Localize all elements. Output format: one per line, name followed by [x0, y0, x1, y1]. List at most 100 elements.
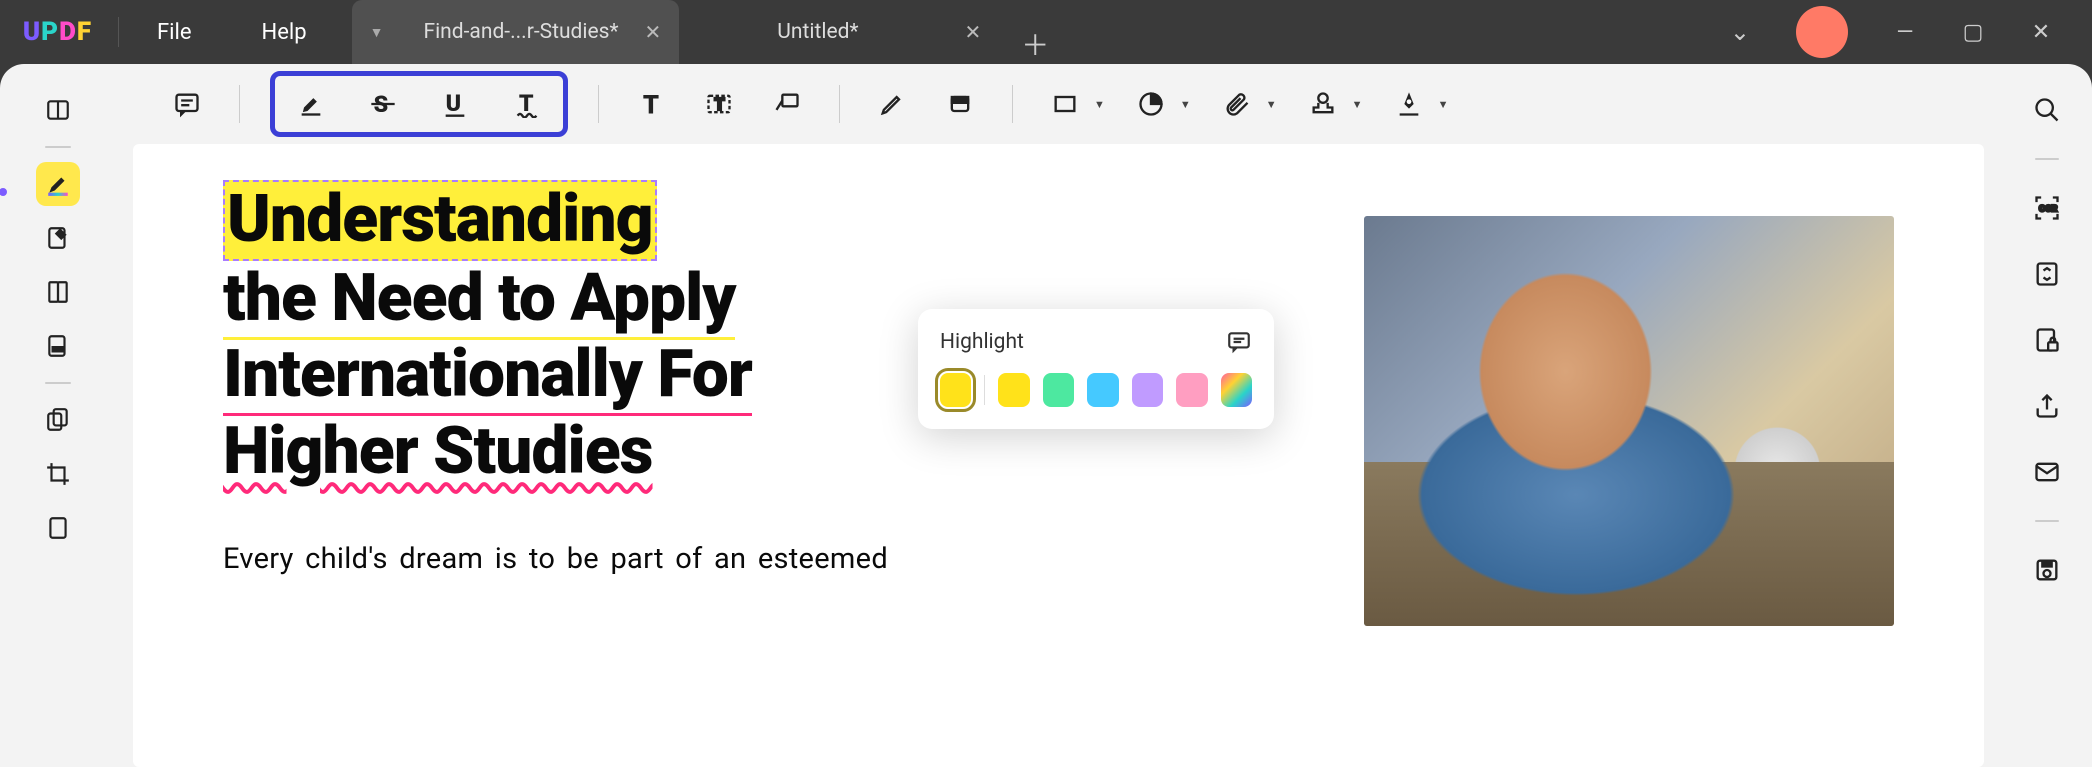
chevron-down-icon[interactable]: ▼: [1266, 98, 1277, 111]
color-swatches: [940, 373, 1252, 407]
attachment-button[interactable]: [1215, 82, 1259, 126]
workspace: S U T T T ▼ ▼ ▼ ▼ ▼ Understanding: [0, 64, 2092, 767]
tab-strip: ▼ Find-and-...r-Studies* ✕ Untitled* ✕ ＋: [352, 0, 1072, 64]
text-button[interactable]: T: [629, 82, 673, 126]
strikethrough-button[interactable]: S: [361, 82, 405, 126]
right-sidebar: OCR: [2002, 64, 2092, 767]
account-avatar[interactable]: [1796, 6, 1848, 58]
sticker-button[interactable]: [1129, 82, 1173, 126]
book-icon: [45, 97, 71, 123]
title-bar: UPDF File Help ▼ Find-and-...r-Studies* …: [0, 0, 2092, 64]
swatch-green[interactable]: [1043, 373, 1074, 407]
eraser-icon: [946, 90, 974, 118]
close-button[interactable]: ✕: [2030, 20, 2052, 45]
tab-title: Untitled*: [697, 20, 938, 44]
note-icon: [173, 90, 201, 118]
popup-title: Highlight: [940, 330, 1024, 354]
swatch-pink[interactable]: [1176, 373, 1207, 407]
pencil-icon: [878, 90, 906, 118]
note-button[interactable]: [165, 82, 209, 126]
more-button[interactable]: [36, 506, 80, 550]
page-tools-button[interactable]: [36, 398, 80, 442]
tab-add-button[interactable]: ＋: [999, 24, 1071, 64]
edit-mode-button[interactable]: [36, 216, 80, 260]
divider: [598, 85, 599, 123]
edit-page-icon: [45, 225, 71, 251]
document-body: Every child's dream is to be part of an …: [223, 542, 1304, 576]
save-icon: [2033, 556, 2061, 584]
email-button[interactable]: [2029, 454, 2065, 490]
chevron-down-icon[interactable]: ▼: [1180, 98, 1191, 111]
crop-icon: [45, 461, 71, 487]
convert-button[interactable]: [2029, 256, 2065, 292]
tab-menu-caret[interactable]: ▼: [370, 24, 384, 41]
comment-mode-button[interactable]: [36, 162, 80, 206]
eraser-button[interactable]: [938, 82, 982, 126]
swatch-yellow-selected[interactable]: [940, 373, 971, 407]
svg-text:T: T: [714, 95, 724, 114]
divider: [2035, 520, 2059, 522]
note-icon[interactable]: [1226, 329, 1252, 355]
textbox-icon: T: [705, 90, 733, 118]
minimize-button[interactable]: —: [1894, 20, 1916, 45]
pages-icon: [45, 279, 71, 305]
textbox-button[interactable]: T: [697, 82, 741, 126]
tab-close-icon[interactable]: ✕: [645, 20, 662, 44]
share-button[interactable]: [2029, 388, 2065, 424]
mail-icon: [2033, 458, 2061, 486]
stamp-button[interactable]: [1301, 82, 1345, 126]
chevron-down-icon[interactable]: ⌄: [1730, 18, 1750, 46]
document-image: [1364, 216, 1894, 626]
fill-sign-button[interactable]: [36, 324, 80, 368]
markup-group-highlighted: S U T: [270, 71, 568, 137]
heading-highlighted-word[interactable]: Understanding: [223, 180, 657, 261]
tab-second[interactable]: Untitled* ✕: [679, 0, 999, 64]
highlight-popup: Highlight: [918, 309, 1274, 429]
highlighter-icon: [297, 90, 325, 118]
organize-mode-button[interactable]: [36, 270, 80, 314]
swatch-gradient[interactable]: [1221, 373, 1252, 407]
reader-mode-button[interactable]: [36, 88, 80, 132]
highlighter-icon: [45, 171, 71, 197]
svg-text:U: U: [446, 90, 462, 117]
main-area: S U T T T ▼ ▼ ▼ ▼ ▼ Understanding: [115, 64, 2002, 767]
maximize-button[interactable]: ▢: [1962, 20, 1984, 45]
menu-help[interactable]: Help: [227, 20, 342, 45]
ocr-button[interactable]: OCR: [2029, 190, 2065, 226]
pencil-button[interactable]: [870, 82, 914, 126]
highlight-button[interactable]: [289, 82, 333, 126]
squiggly-button[interactable]: T: [505, 82, 549, 126]
swatch-yellow[interactable]: [998, 373, 1029, 407]
heading-line-2: the Need to Apply: [223, 260, 735, 340]
document-page[interactable]: Understanding the Need to Apply Internat…: [133, 144, 1984, 767]
crop-button[interactable]: [36, 452, 80, 496]
search-button[interactable]: [2029, 92, 2065, 128]
chevron-down-icon[interactable]: ▼: [1094, 98, 1105, 111]
shape-button[interactable]: [1043, 82, 1087, 126]
swatch-purple[interactable]: [1132, 373, 1163, 407]
chevron-down-icon[interactable]: ▼: [1438, 98, 1449, 111]
ocr-icon: OCR: [2033, 194, 2061, 222]
squiggly-icon: T: [513, 90, 541, 118]
heading-line-3: Internationally For: [223, 336, 752, 416]
underline-button[interactable]: U: [433, 82, 477, 126]
swatch-blue[interactable]: [1087, 373, 1118, 407]
duplicate-icon: [45, 407, 71, 433]
protect-button[interactable]: [2029, 322, 2065, 358]
save-button[interactable]: [2029, 552, 2065, 588]
strikethrough-icon: S: [369, 90, 397, 118]
divider: [984, 375, 985, 405]
tab-close-icon[interactable]: ✕: [965, 20, 982, 44]
text-icon: T: [637, 90, 665, 118]
paperclip-icon: [1223, 90, 1251, 118]
signature-button[interactable]: [1387, 82, 1431, 126]
divider: [839, 85, 840, 123]
search-icon: [2033, 96, 2061, 124]
svg-text:T: T: [643, 90, 659, 118]
menu-file[interactable]: File: [122, 20, 227, 45]
app-logo: UPDF: [0, 17, 115, 47]
rectangle-icon: [1051, 90, 1079, 118]
chevron-down-icon[interactable]: ▼: [1352, 98, 1363, 111]
callout-button[interactable]: [765, 82, 809, 126]
tab-active[interactable]: ▼ Find-and-...r-Studies* ✕: [352, 0, 680, 64]
